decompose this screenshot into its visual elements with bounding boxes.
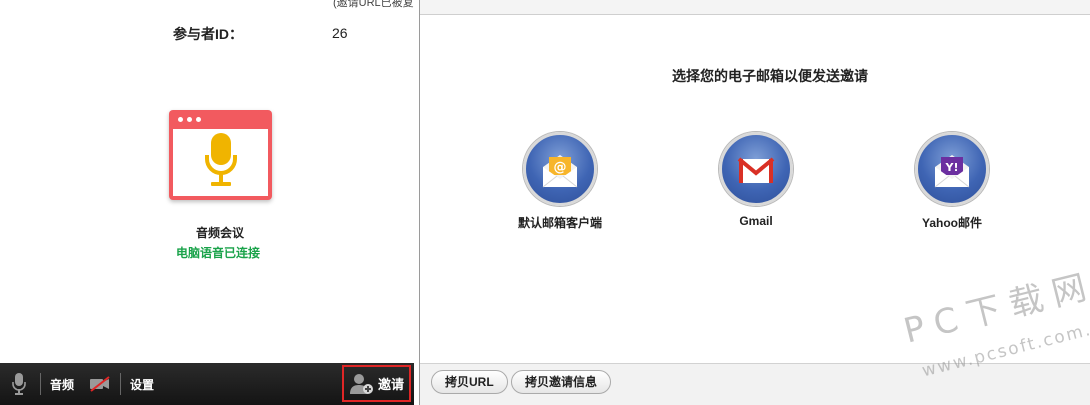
svg-text:@: @ [554,160,567,175]
mute-button[interactable] [12,363,26,405]
video-button[interactable] [89,363,111,405]
participant-id-value: 26 [332,25,348,41]
copy-url-button[interactable]: 拷贝URL [431,370,508,394]
dialog-title-bar [420,0,1090,15]
default-mail-icon: @ [542,155,578,188]
invite-label: 邀请 [378,377,405,392]
audio-conference-card[interactable] [169,110,272,200]
microphone-icon [12,373,26,395]
screen: (邀请URL已被复 参与者ID： 26 音频会议 电脑语音已连接 音频 设置 邀… [0,0,1090,405]
audio-conference-title: 音频会议 [196,226,245,240]
gmail-option[interactable]: Gmail [686,132,826,228]
default-mail-client-option[interactable]: @ 默认邮箱客户端 [490,132,630,231]
video-off-icon [90,376,110,392]
gmail-icon [737,157,775,183]
audio-connection-status: 电脑语音已连接 [176,246,261,260]
window-dots-icon [178,117,201,122]
invite-button[interactable]: 邀请 [342,365,411,402]
copy-invite-info-button[interactable]: 拷贝邀请信息 [511,370,612,394]
dialog-heading: 选择您的电子邮箱以便发送邀请 [672,68,868,84]
yahoo-mail-label: Yahoo邮件 [921,216,982,230]
yahoo-mail-icon: Y! [934,155,970,188]
dialog-footer: 拷贝URL 拷贝邀请信息 [420,363,1090,405]
yahoo-mail-option[interactable]: Y! Yahoo邮件 [882,132,1022,231]
toolbar-divider [120,373,121,395]
meeting-panel: (邀请URL已被复 参与者ID： 26 音频会议 电脑语音已连接 音频 设置 邀… [0,0,414,405]
microphone-icon [205,133,237,186]
svg-text:Y!: Y! [945,161,959,174]
default-mail-client-label: 默认邮箱客户端 [517,216,602,230]
audio-button[interactable]: 音频 [50,363,74,405]
participant-id-label: 参与者ID： [173,26,243,42]
meeting-toolbar: 音频 设置 邀请 [0,363,414,405]
toolbar-divider [40,373,41,395]
add-user-icon [350,373,373,394]
clipped-invite-url-note: (邀请URL已被复 [333,0,414,9]
gmail-label: Gmail [739,214,773,228]
settings-button[interactable]: 设置 [130,363,154,405]
